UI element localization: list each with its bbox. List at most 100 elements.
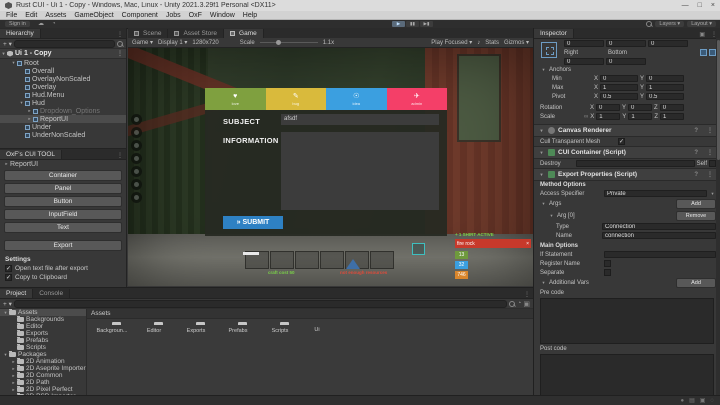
foldout-arrow-icon[interactable]: ▾ — [538, 128, 545, 134]
layers-dropdown[interactable]: Layers ▾ — [655, 21, 685, 27]
foldout-arrow-icon[interactable]: ▾ — [538, 172, 545, 178]
alert-close-icon[interactable]: × — [526, 241, 529, 247]
type-field[interactable]: Connection — [602, 223, 716, 230]
foldout-arrow-icon[interactable]: ▾ — [2, 310, 9, 316]
cui-create-button[interactable]: Button — [4, 196, 122, 207]
asset-folder-tile[interactable]: Prefabs — [221, 325, 255, 334]
play-button[interactable]: ▶ — [392, 21, 405, 27]
hierarchy-item[interactable]: ▾ Root — [0, 59, 126, 67]
access-specifier-dropdown[interactable]: Private — [604, 190, 707, 197]
cui-tool-menu-icon[interactable]: ⋮ — [114, 152, 126, 159]
cui-create-button[interactable]: Container — [4, 170, 122, 181]
project-tree-item[interactable]: Scripts — [0, 344, 86, 351]
project-menu-icon[interactable]: ⋮ — [521, 291, 533, 298]
hierarchy-menu-icon[interactable]: ⋮ — [114, 31, 126, 38]
foldout-arrow-icon[interactable]: ▾ — [18, 100, 25, 106]
inspector-scrollbar[interactable] — [716, 38, 720, 395]
hierarchy-search-input[interactable] — [13, 39, 115, 48]
pos-field[interactable]: 0 — [564, 40, 604, 47]
lock-icon[interactable]: ▣ — [523, 300, 530, 308]
hud-circle-button[interactable] — [131, 179, 142, 190]
hotbar-slot[interactable] — [345, 251, 369, 269]
activity-status-icon[interactable]: ◌ — [710, 398, 714, 404]
project-tree-item[interactable]: Exports — [0, 330, 86, 337]
hotbar-slot[interactable] — [245, 251, 269, 269]
asset-prefab-tile[interactable]: Ui — [300, 324, 334, 333]
export-properties-header[interactable]: ▾ Export Properties (Script) ? ⋮ — [534, 168, 720, 181]
resolution-dropdown[interactable]: 1280x720 — [192, 40, 218, 46]
cui-container-header[interactable]: ▾ CUI Container (Script) ? ⋮ — [534, 146, 720, 159]
foldout-arrow-icon[interactable]: ▾ — [540, 201, 547, 207]
hierarchy-item[interactable]: OverlayNonScaled — [0, 75, 126, 83]
hidden-packages-icon[interactable]: ◔ — [517, 300, 521, 307]
step-button[interactable]: ▶▮ — [420, 21, 433, 27]
pre-code-textarea[interactable] — [540, 298, 714, 344]
cui-create-button[interactable]: Panel — [4, 183, 122, 194]
tab-inspector[interactable]: Inspector — [534, 29, 574, 38]
menu-item[interactable]: Jobs — [166, 12, 181, 19]
min-x-field[interactable]: 0 — [600, 75, 639, 82]
component-menu-icon[interactable]: ⋮ — [704, 149, 716, 156]
pos-field[interactable]: 0 — [648, 40, 688, 47]
asset-folder-tile[interactable]: Exports — [179, 325, 213, 334]
subject-input[interactable]: afsdf — [281, 114, 439, 125]
tab-cui-tool[interactable]: OxF's CUI TOOL — [0, 150, 63, 159]
min-y-field[interactable]: 0 — [646, 75, 685, 82]
help-icon[interactable]: ? — [691, 150, 701, 156]
gizmos-dropdown[interactable]: Gizmos ▾ — [504, 39, 529, 46]
scale-slider[interactable] — [259, 40, 318, 45]
tab-hierarchy[interactable]: Hierarchy — [0, 29, 41, 38]
pivot-y-field[interactable]: 0.5 — [646, 93, 685, 100]
project-tree-item[interactable]: ▾ Assets — [0, 309, 86, 316]
report-category-button[interactable]: ☉ idea — [326, 88, 387, 110]
console-status-icon[interactable]: ● — [680, 398, 684, 404]
foldout-arrow-icon[interactable]: ▾ — [540, 280, 547, 286]
cui-create-button[interactable]: InputField — [4, 209, 122, 220]
cull-checkbox[interactable]: ✓ — [618, 138, 625, 145]
scale-x-field[interactable]: 1 — [596, 113, 621, 120]
hotbar-slot[interactable] — [320, 251, 344, 269]
foldout-arrow-icon[interactable]: ▸ — [10, 373, 17, 379]
tab-asset-store[interactable]: Asset Store — [168, 29, 225, 38]
checkbox[interactable]: ✓ — [5, 274, 12, 281]
foldout-arrow-icon[interactable]: ▸ — [3, 161, 10, 167]
foldout-arrow-icon[interactable]: ▸ — [10, 387, 17, 393]
pivot-x-field[interactable]: 0.5 — [600, 93, 639, 100]
hud-circle-button[interactable] — [131, 166, 142, 177]
stats-button[interactable]: Stats — [485, 40, 499, 46]
hierarchy-item[interactable]: Overlay — [0, 83, 126, 91]
component-menu-icon[interactable]: ⋮ — [704, 127, 716, 134]
collab-status-icon[interactable]: ▣ — [700, 397, 706, 404]
foldout-arrow-icon[interactable]: ▾ — [2, 352, 9, 358]
project-tree-item[interactable]: ▸ 2D Animation — [0, 358, 86, 365]
information-textarea[interactable] — [281, 132, 439, 210]
post-code-textarea[interactable] — [540, 354, 714, 395]
scene-menu-icon[interactable]: ⋮ — [114, 50, 126, 57]
scale-z-field[interactable]: 1 — [659, 113, 684, 120]
mute-audio-icon[interactable]: ♪ — [477, 40, 480, 46]
menu-item[interactable]: OxF — [189, 12, 202, 19]
tab-game[interactable]: Game — [224, 29, 264, 38]
progress-status-icon[interactable]: ▤ — [689, 397, 695, 404]
stretch-anchor-icon[interactable] — [709, 49, 716, 56]
report-category-button[interactable]: ✎ bug — [265, 88, 326, 110]
arg0-remove-button[interactable]: Remove — [676, 211, 716, 221]
project-tree-item[interactable]: ▾ Packages — [0, 351, 86, 358]
anchor-preset-icon[interactable] — [541, 42, 557, 58]
register-name-checkbox[interactable] — [604, 260, 611, 267]
project-create-button[interactable]: + ▾ — [3, 300, 12, 308]
submit-button[interactable]: » SUBMIT — [223, 216, 283, 229]
close-button[interactable]: × — [711, 2, 715, 9]
hierarchy-item[interactable]: ▸ ReportUI — [0, 115, 126, 123]
tab-scene[interactable]: Scene — [128, 29, 169, 38]
report-category-button[interactable]: ✈ admin — [386, 88, 447, 110]
hierarchy-item[interactable]: ▾ Hud — [0, 99, 126, 107]
project-tree-item[interactable]: ▸ 2D Common — [0, 372, 86, 379]
destroy-field[interactable] — [576, 160, 695, 167]
layout-dropdown[interactable]: Layout ▾ — [687, 21, 716, 27]
separate-checkbox[interactable] — [604, 269, 611, 276]
name-field[interactable]: connection — [602, 232, 716, 239]
sign-in-button[interactable]: Sign in — [5, 21, 30, 27]
cui-create-button[interactable]: Text — [4, 222, 122, 233]
pos-field[interactable]: 0 — [606, 40, 646, 47]
